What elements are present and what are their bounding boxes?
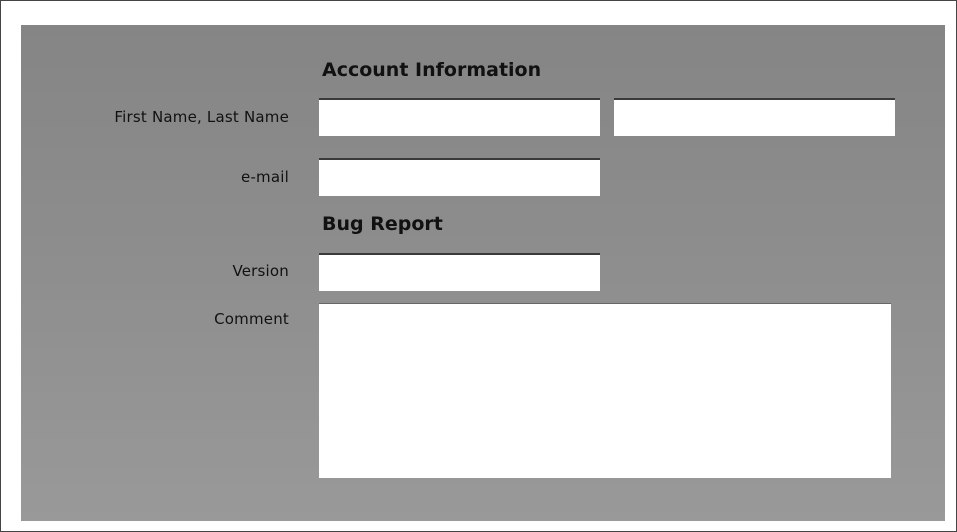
version-label: Version: [232, 262, 289, 280]
window-frame: Account Information First Name, Last Nam…: [0, 0, 957, 532]
comment-label: Comment: [214, 310, 289, 328]
last-name-input[interactable]: [614, 98, 895, 136]
email-label: e-mail: [241, 168, 289, 186]
comment-textarea[interactable]: [319, 303, 891, 478]
account-information-heading: Account Information: [322, 59, 542, 81]
version-input[interactable]: [319, 253, 600, 291]
first-last-name-label: First Name, Last Name: [114, 108, 289, 126]
first-name-input[interactable]: [319, 98, 600, 136]
email-input[interactable]: [319, 158, 600, 196]
bug-report-heading: Bug Report: [322, 213, 443, 235]
bug-report-form: Account Information First Name, Last Nam…: [21, 25, 945, 521]
